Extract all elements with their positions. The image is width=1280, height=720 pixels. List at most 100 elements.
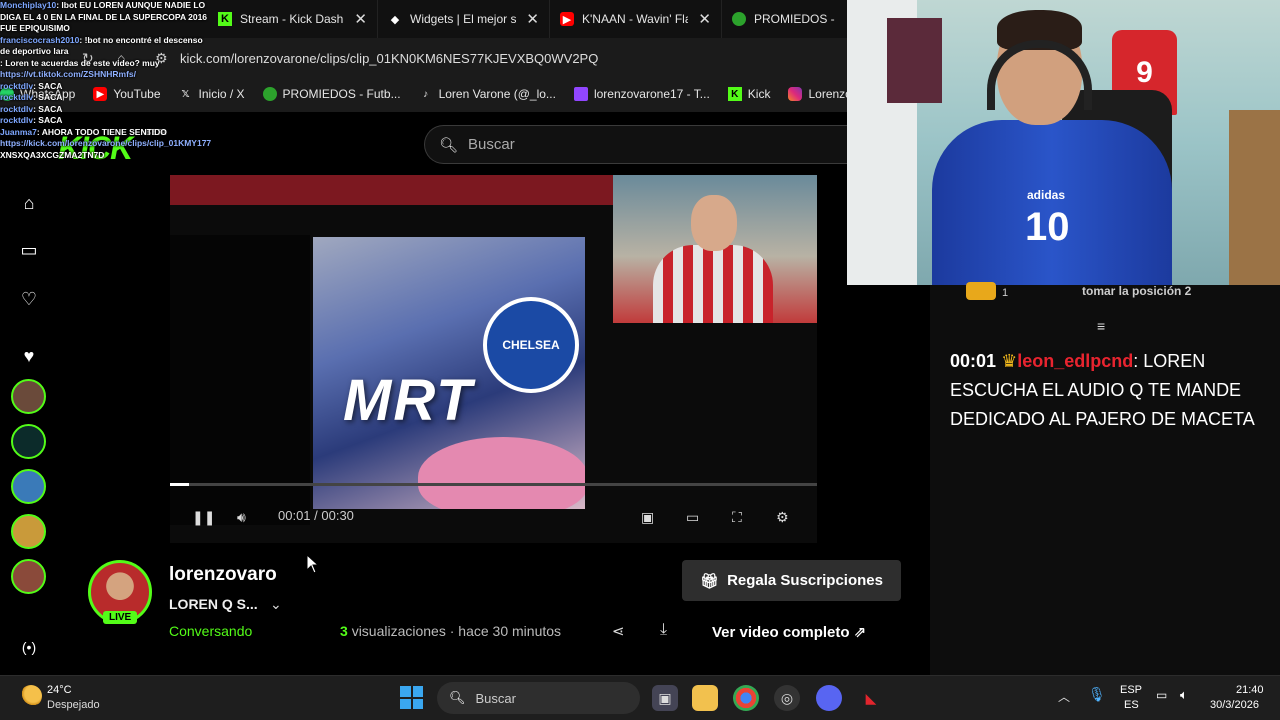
overlay-chat-text: https://vt.tiktok.com/ZSHNHRmfs/ <box>0 69 137 79</box>
overlay-chat-text: : !bot no encontré el descenso <box>79 34 203 45</box>
search-placeholder: Buscar <box>468 136 515 153</box>
expand-sidebar-icon[interactable]: (•) <box>17 635 41 659</box>
chat-username[interactable]: leon_edlpcnd <box>1017 351 1133 371</box>
close-icon[interactable]: ✕ <box>526 10 539 28</box>
overlay-chat-user: Juanma7 <box>0 126 37 137</box>
overlay-chat-line: https://vt.tiktok.com/ZSHNHRmfs/ <box>0 69 230 81</box>
overlay-chat-line: rocktdlv: SACA <box>0 115 230 127</box>
tab-kick-dashboard[interactable]: K Stream - Kick Dashbo ✕ <box>208 0 378 38</box>
tab-label: PROMIEDOS - Fu <box>754 12 837 26</box>
close-icon[interactable]: ✕ <box>698 10 711 28</box>
weather-moon-icon[interactable] <box>20 685 42 707</box>
weather-desc[interactable]: Despejado <box>47 699 100 711</box>
overlay-chat-text: XNSXQA3XCGZMA2TN7D <box>0 149 105 160</box>
url-text[interactable]: kick.com/lorenzovarone/clips/clip_01KN0K… <box>180 51 598 66</box>
watch-full-video-button[interactable]: Ver video completo ⇗ <box>712 623 866 641</box>
progress-bar[interactable] <box>170 483 817 486</box>
overlay-chat-user: rocktdlv <box>0 80 34 91</box>
video-player[interactable]: CHELSEA MRT ❚❚ 🔊︎ 00:01 / 00:30 ▣ ▭ ⛶ ⚙ <box>170 175 817 543</box>
tab-label: Widgets | El mejor so <box>410 12 517 26</box>
overlay-chat-line: XNSXQA3XCGZMA2TN7D <box>0 150 230 162</box>
followed-channel-avatar[interactable] <box>11 424 46 459</box>
gift-subs-button[interactable]: 🎁︎ Regala Suscripciones <box>682 560 901 601</box>
bookmark-label: Kick <box>747 87 771 101</box>
search-icon: 🔍︎ <box>449 690 466 705</box>
download-icon[interactable]: ⤓ <box>660 621 667 639</box>
settings-icon[interactable]: ⚙ <box>776 509 789 526</box>
overlay-chat-text: de deportivo lara <box>0 46 69 56</box>
input-language[interactable]: ESP <box>1120 684 1142 696</box>
nested-webcam <box>613 175 817 323</box>
views-label: visualizaciones <box>351 623 446 639</box>
chevron-down-icon[interactable]: ⌄ <box>270 596 282 613</box>
file-explorer-icon[interactable] <box>692 685 718 711</box>
bookmark-promiedos[interactable]: PROMIEDOS - Futb... <box>262 87 401 101</box>
overlay-chat-line: de deportivo lara <box>0 46 230 58</box>
bookmark-kick[interactable]: K Kick <box>727 87 771 101</box>
overlay-chat-user: rocktdlv <box>0 92 34 102</box>
wall-poster <box>887 18 942 103</box>
chat-timestamp: 00:01 <box>950 351 997 371</box>
following-icon[interactable]: ♡ <box>17 287 41 311</box>
overlay-chat-text: : Loren te acuerdas de este video? muy <box>0 57 160 68</box>
striped-shirt <box>653 245 773 323</box>
volume-icon[interactable]: 🔈︎ <box>1180 687 1188 703</box>
overlay-chat-line: Juanma7: AHORA TODO TIENE SENTIDO <box>0 127 230 139</box>
followed-channel-avatar[interactable] <box>11 469 46 504</box>
channel-name[interactable]: lorenzovaro <box>169 564 277 586</box>
tab-label: K'NAAN - Wavin' Flag <box>582 12 689 26</box>
bookmark-tiktok[interactable]: ♪ Loren Varone (@_lo... <box>419 87 556 101</box>
chat-panel <box>930 285 1280 675</box>
time-readout: 00:01 / 00:30 <box>278 508 354 523</box>
chat-filter-icon[interactable]: ≡ <box>1097 318 1105 334</box>
weather-temp[interactable]: 24°C <box>47 684 72 696</box>
discord-icon[interactable] <box>816 685 842 711</box>
crown-icon: ♛ <box>1001 351 1018 371</box>
bowl-image <box>418 437 585 509</box>
tab-youtube[interactable]: ▶ K'NAAN - Wavin' Flag ✕ <box>550 0 722 38</box>
tiktok-icon: ♪ <box>423 88 429 100</box>
streamer-head <box>691 195 737 251</box>
obs-icon[interactable]: ◎ <box>774 685 800 711</box>
overlay-chat-text: : AHORA TODO TIENE SENTIDO <box>36 126 167 137</box>
search-input[interactable]: 🔍︎ Buscar <box>424 125 848 164</box>
tab-promiedos[interactable]: PROMIEDOS - Fu <box>722 0 847 38</box>
promiedos-icon <box>732 12 746 26</box>
pip-icon[interactable]: ▣ <box>641 509 654 526</box>
bookmark-label: PROMIEDOS - Futb... <box>282 87 401 101</box>
bookmark-twitch[interactable]: lorenzovarone17 - T... <box>573 87 710 101</box>
followed-channel-avatar[interactable] <box>11 514 46 549</box>
category-link[interactable]: Conversando <box>169 623 252 639</box>
tray-expand-icon[interactable]: ︿ <box>1058 688 1070 705</box>
overlay-chat-text: DIGA EL 4 0 EN LA FINAL DE LA SUPERCOPA … <box>0 11 208 22</box>
microphone-icon[interactable]: 🎙︎ <box>1088 686 1106 703</box>
theater-icon[interactable]: ▭ <box>686 509 699 526</box>
fullscreen-icon[interactable]: ⛶ <box>732 509 742 526</box>
browse-icon[interactable]: ▭ <box>17 238 41 262</box>
app-icon[interactable]: ◣ <box>858 685 884 711</box>
webcam-overlay: 9 adidas 10 <box>847 0 1280 285</box>
chrome-icon[interactable] <box>733 685 759 711</box>
task-view-icon[interactable]: ▣ <box>652 685 678 711</box>
live-badge: LIVE <box>103 611 138 624</box>
overlay-chat-text: https://kick.com/lorenzovarone/clips/cli… <box>0 138 212 148</box>
clock-time[interactable]: 21:40 <box>1236 684 1264 696</box>
nested-browser-capture <box>170 175 613 205</box>
clock-date[interactable]: 30/3/2026 <box>1210 699 1259 711</box>
mouse-cursor <box>306 554 320 574</box>
taskbar-search[interactable]: 🔍︎ Buscar <box>437 682 640 714</box>
followed-channel-avatar[interactable] <box>11 559 46 594</box>
play-pause-icon[interactable]: ❚❚ <box>192 509 215 526</box>
keyboard-layout[interactable]: ES <box>1124 699 1139 711</box>
volume-icon[interactable]: 🔊︎ <box>237 509 246 526</box>
heart-icon[interactable]: ♥ <box>17 344 41 368</box>
share-icon[interactable]: ⋖ <box>612 622 625 640</box>
followed-channel-avatar[interactable] <box>11 379 46 414</box>
leaderboard-text: tomar la posición 2 <box>1082 284 1192 298</box>
network-icon[interactable]: ▭ <box>1156 688 1167 702</box>
tab-widgets[interactable]: ◆ Widgets | El mejor so ✕ <box>378 0 550 38</box>
start-button[interactable] <box>400 686 423 709</box>
close-icon[interactable]: ✕ <box>354 10 367 28</box>
views-count: 3 <box>340 623 348 639</box>
chelsea-crest: CHELSEA <box>483 297 579 393</box>
